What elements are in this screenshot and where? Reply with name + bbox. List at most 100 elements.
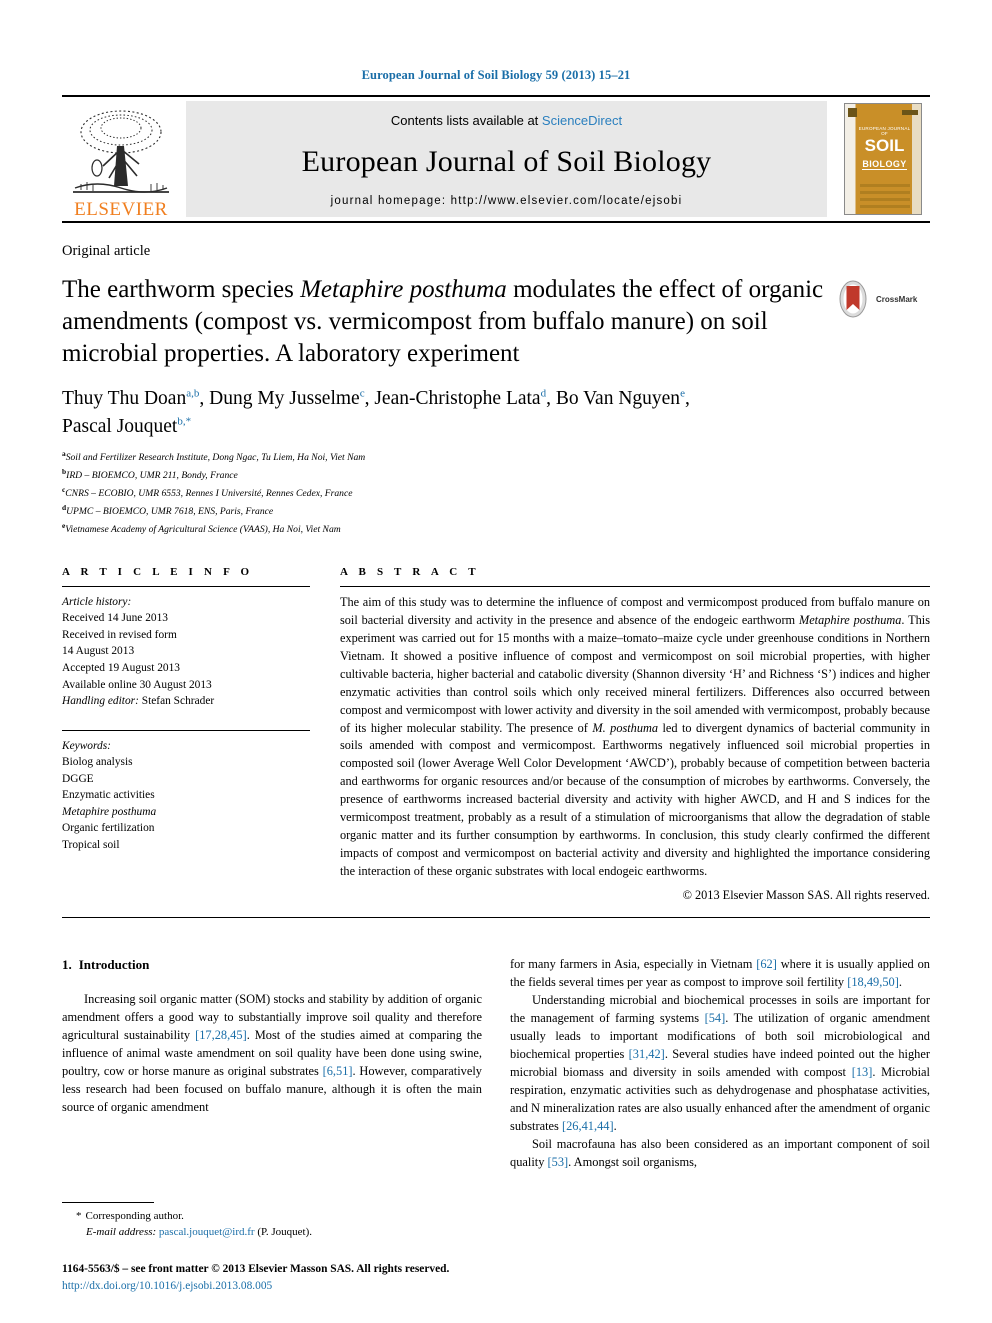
footnote-area: * Corresponding author. E-mail address: p… bbox=[62, 1201, 472, 1295]
cover-title-biology: BIOLOGY bbox=[862, 159, 907, 170]
title-part-1: The earthworm species bbox=[62, 276, 301, 303]
corresponding-author-note: * Corresponding author. E-mail address: p… bbox=[62, 1208, 472, 1241]
keyword-item: Enzymatic activities bbox=[62, 789, 155, 802]
cover-mark-right bbox=[901, 110, 918, 115]
crossmark-label: CrossMark bbox=[876, 294, 918, 304]
citation-ref[interactable]: [6,51] bbox=[323, 1064, 353, 1078]
affiliation-e: eVietnamese Academy of Agricultural Scie… bbox=[62, 520, 930, 538]
crossmark-badge[interactable]: CrossMark bbox=[834, 274, 930, 318]
doi-link[interactable]: http://dx.doi.org/10.1016/j.ejsobi.2013.… bbox=[62, 1280, 272, 1292]
author-4: Bo Van Nguyene, bbox=[555, 388, 690, 410]
author-3-name: Jean-Christophe Lata bbox=[374, 388, 541, 410]
abstract-column: A B S T R A C T The aim of this study wa… bbox=[340, 566, 930, 903]
history-revised-date: 14 August 2013 bbox=[62, 645, 135, 658]
affiliation-b: bIRD – BIOEMCO, UMR 211, Bondy, France bbox=[62, 466, 930, 484]
citation-ref[interactable]: [18,49,50] bbox=[847, 975, 899, 989]
affiliation-c: cCNRS – ECOBIO, UMR 6553, Rennes I Unive… bbox=[62, 484, 930, 502]
keyword-item: Organic fertilization bbox=[62, 822, 155, 835]
abstract-bottom-rule bbox=[62, 917, 930, 919]
email-suffix: (P. Jouquet). bbox=[254, 1226, 313, 1239]
intro-r3-b: . Amongst soil organisms, bbox=[568, 1154, 698, 1169]
citation-ref[interactable]: [54] bbox=[705, 1011, 726, 1025]
journal-homepage-link[interactable]: journal homepage: http://www.elsevier.co… bbox=[331, 195, 683, 207]
author-2-sep: , bbox=[364, 388, 375, 410]
author-1: Thuy Thu Doana,b, bbox=[62, 388, 209, 410]
email-label: E-mail address: bbox=[86, 1226, 157, 1239]
crossmark-icon bbox=[834, 280, 872, 318]
author-4-sep: , bbox=[684, 388, 690, 410]
abstract-part-2: . This experiment was carried out for 15… bbox=[340, 612, 930, 735]
page-title: The earthworm species Metaphire posthuma… bbox=[62, 274, 834, 369]
affiliation-d-text: UPMC – BIOEMCO, UMR 7618, ENS, Paris, Fr… bbox=[66, 505, 274, 517]
journal-cover-thumbnail: EUROPEAN JOURNAL OF SOIL BIOLOGY bbox=[835, 97, 930, 221]
keyword-item: Metaphire posthuma bbox=[62, 805, 157, 818]
author-3: Jean-Christophe Latad, bbox=[374, 388, 556, 410]
keyword-item: Tropical soil bbox=[62, 838, 120, 851]
journal-masthead: ELSEVIER Contents lists available at Sci… bbox=[62, 95, 930, 223]
author-5: Pascal Jouquetb,* bbox=[62, 415, 191, 437]
body-column-left: 1. Introduction Increasing soil organic m… bbox=[62, 956, 482, 1172]
keyword-item: DGGE bbox=[62, 772, 94, 785]
sciencedirect-link[interactable]: ScienceDirect bbox=[542, 113, 622, 128]
author-1-affil-mark[interactable]: a,b bbox=[186, 388, 199, 400]
abstract-species-1: Metaphire posthuma bbox=[798, 612, 902, 627]
running-head: European Journal of Soil Biology 59 (201… bbox=[361, 68, 631, 82]
title-row: The earthworm species Metaphire posthuma… bbox=[62, 274, 930, 369]
citation-ref[interactable]: [62] bbox=[756, 957, 777, 971]
section-name: Introduction bbox=[78, 957, 150, 973]
journal-title: European Journal of Soil Biology bbox=[301, 144, 712, 178]
intro-paragraph-3: Soil macrofauna has also been considered… bbox=[510, 1136, 930, 1172]
cover-mark-left bbox=[847, 108, 857, 117]
section-number: 1. bbox=[62, 957, 72, 973]
citation-ref[interactable]: [26,41,44] bbox=[562, 1119, 614, 1133]
masthead-center: Contents lists available at ScienceDirec… bbox=[186, 101, 827, 217]
cover-top-marks bbox=[845, 108, 921, 120]
article-info-heading: A R T I C L E I N F O bbox=[62, 565, 254, 578]
article-history-label: Article history: bbox=[62, 595, 132, 608]
affiliation-a: aSoil and Fertilizer Research Institute,… bbox=[62, 448, 930, 466]
handling-editor-name: Stefan Schrader bbox=[138, 695, 215, 708]
elsevier-tree-icon bbox=[73, 110, 169, 193]
affiliation-e-text: Vietnamese Academy of Agricultural Scien… bbox=[65, 524, 341, 535]
cover-title-soil: SOIL bbox=[864, 136, 905, 155]
body-column-right: for many farmers in Asia, especially in … bbox=[510, 956, 930, 1172]
asterisk-icon: * bbox=[76, 1209, 82, 1222]
issn-copyright-line: 1164-5563/$ – see front matter © 2013 El… bbox=[62, 1261, 472, 1295]
affiliation-b-text: IRD – BIOEMCO, UMR 211, Bondy, France bbox=[66, 469, 238, 481]
citation-ref[interactable]: [17,28,45] bbox=[195, 1028, 247, 1042]
abstract-copyright: © 2013 Elsevier Masson SAS. All rights r… bbox=[682, 888, 930, 903]
contents-prefix: Contents lists available at bbox=[390, 113, 542, 128]
citation-ref[interactable]: [13] bbox=[852, 1065, 873, 1079]
intro-r-a: for many farmers in Asia, especially in … bbox=[510, 957, 757, 972]
footnote-divider bbox=[62, 1201, 154, 1203]
abstract-part-3: led to divergent dynamics of bacterial c… bbox=[340, 720, 930, 879]
author-4-name: Bo Van Nguyen bbox=[555, 388, 681, 410]
abstract-heading: A B S T R A C T bbox=[340, 565, 480, 578]
keywords-label: Keywords: bbox=[62, 739, 111, 752]
intro-paragraph-1-cont: for many farmers in Asia, especially in … bbox=[510, 956, 930, 992]
info-abstract-section: A R T I C L E I N F O Article history: R… bbox=[62, 566, 930, 903]
article-info-column: A R T I C L E I N F O Article history: R… bbox=[62, 566, 310, 903]
author-3-sep: , bbox=[546, 388, 556, 410]
history-revised: Received in revised form bbox=[62, 628, 177, 641]
author-1-name: Thuy Thu Doan bbox=[62, 388, 187, 410]
intro-r-c: . bbox=[898, 975, 902, 990]
abstract-text: The aim of this study was to determine t… bbox=[340, 585, 930, 881]
article-page: European Journal of Soil Biology 59 (201… bbox=[0, 0, 992, 1323]
history-received: Received 14 June 2013 bbox=[62, 612, 168, 625]
elsevier-wordmark: ELSEVIER bbox=[74, 199, 168, 220]
author-5-affil-mark[interactable]: b,* bbox=[177, 415, 191, 427]
affiliation-list: aSoil and Fertilizer Research Institute,… bbox=[62, 448, 930, 538]
article-history-block: Article history: Received 14 June 2013 R… bbox=[62, 585, 310, 710]
author-email-link[interactable]: pascal.jouquet@ird.fr bbox=[159, 1226, 255, 1238]
intro-paragraph-1: Increasing soil organic matter (SOM) sto… bbox=[62, 991, 482, 1117]
citation-ref[interactable]: [31,42] bbox=[629, 1047, 665, 1061]
intro-paragraph-2: Understanding microbial and biochemical … bbox=[510, 992, 930, 1136]
article-type-label: Original article bbox=[62, 243, 151, 259]
author-5-name: Pascal Jouquet bbox=[62, 415, 178, 437]
affiliation-d: dUPMC – BIOEMCO, UMR 7618, ENS, Paris, F… bbox=[62, 502, 930, 520]
affiliation-c-text: CNRS – ECOBIO, UMR 6553, Rennes I Univer… bbox=[65, 487, 353, 499]
citation-ref[interactable]: [53] bbox=[548, 1155, 569, 1169]
keywords-block: Keywords: Biolog analysis DGGE Enzymatic… bbox=[62, 729, 310, 854]
keyword-item: Biolog analysis bbox=[62, 756, 133, 769]
